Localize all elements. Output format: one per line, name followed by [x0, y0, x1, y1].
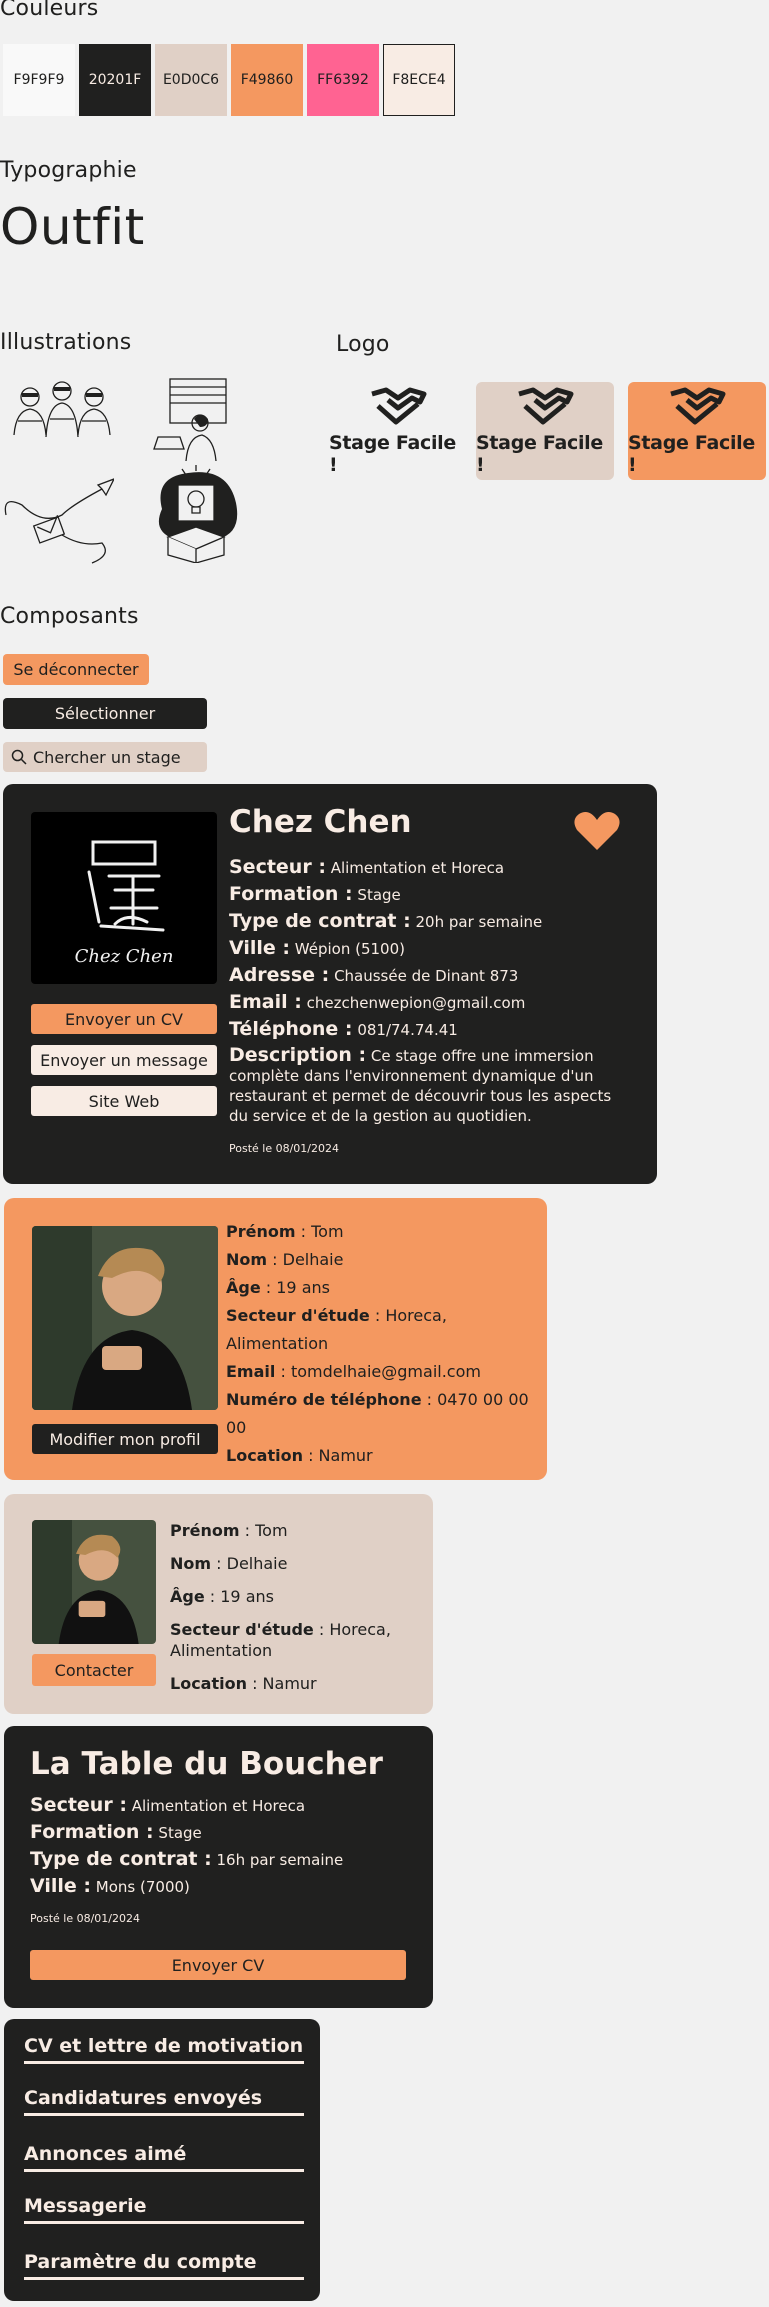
offer-address: Adresse : Chaussée de Dinant 873 [229, 964, 519, 986]
small-offer-contract: Type de contrat : 16h par semaine [30, 1848, 344, 1870]
small-offer-sector: Secteur : Alimentation et Horeca [30, 1794, 306, 1816]
offer-title: Chez Chen [229, 804, 412, 840]
send-message-button[interactable]: Envoyer un message [31, 1045, 217, 1075]
company-logo: Chez Chen [31, 812, 217, 984]
small-offer-training: Formation : Stage [30, 1821, 202, 1843]
font-sample: Outfit [0, 198, 145, 256]
small-offer-city: Ville : Mons (7000) [30, 1875, 190, 1897]
swatch-f8ece4: F8ECE4 [383, 44, 455, 116]
profile-lastname: Nom : Delhaie [226, 1250, 344, 1269]
offer-sector: Secteur : Alimentation et Horeca [229, 856, 505, 878]
section-title-logo: Logo [336, 332, 390, 357]
small-offer-card: La Table du Boucher Secteur : Alimentati… [4, 1726, 433, 2008]
mini-profile-card: Contacter Prénom : Tom Nom : Delhaie Âge… [4, 1494, 433, 1714]
profile-card: Prénom : Tom Nom : Delhaie Âge : 19 ans … [4, 1198, 547, 1480]
swatch-f9f9f9: F9F9F9 [3, 44, 75, 116]
menu-item-cv[interactable]: CV et lettre de motivation [24, 2035, 304, 2064]
section-title-components: Composants [0, 604, 139, 629]
mail-plane-illustration [4, 478, 114, 564]
color-swatches: F9F9F9 20201F E0D0C6 F49860 FF6392 F8ECE… [3, 44, 455, 116]
mini-profile-age: Âge : 19 ans [170, 1587, 274, 1606]
menu-item-liked-offers[interactable]: Annonces aimé [24, 2143, 304, 2172]
profile-phone: Numéro de téléphone : 0470 00 00 00 [226, 1390, 529, 1437]
logout-button[interactable]: Se déconnecter [3, 654, 149, 685]
mini-profile-firstname: Prénom : Tom [170, 1521, 288, 1540]
logo-variant-beige: Stage Facile ! [476, 382, 614, 480]
section-title-typography: Typographie [0, 158, 137, 183]
swatch-e0d0c6: E0D0C6 [155, 44, 227, 116]
offer-contract: Type de contrat : 20h par semaine [229, 910, 543, 932]
handshake-icon [518, 387, 574, 425]
profile-details: Prénom : Tom Nom : Delhaie Âge : 19 ans … [226, 1218, 547, 1470]
small-offer-posted-date: Posté le 08/01/2024 [30, 1912, 140, 1925]
send-cv-button[interactable]: Envoyer CV [30, 1950, 406, 1980]
send-cv-button[interactable]: Envoyer un CV [31, 1004, 217, 1034]
profile-study: Secteur d'étude : Horeca, Alimentation [226, 1306, 447, 1353]
website-button[interactable]: Site Web [31, 1086, 217, 1116]
team-illustration [13, 381, 111, 438]
logo-variant-orange: Stage Facile ! [628, 382, 766, 480]
small-offer-details: Secteur : Alimentation et Horeca Formati… [30, 1792, 343, 1900]
mini-profile-study: Secteur d'étude : Horeca, Alimentation [170, 1620, 391, 1660]
mini-profile-location: Location : Namur [170, 1674, 317, 1693]
profile-location: Location : Namur [226, 1446, 373, 1465]
edit-profile-button[interactable]: Modifier mon profil [32, 1424, 218, 1454]
offer-city: Ville : Wépion (5100) [229, 937, 405, 959]
handshake-icon [670, 387, 726, 425]
profile-firstname: Prénom : Tom [226, 1222, 344, 1241]
mini-profile-details: Prénom : Tom Nom : Delhaie Âge : 19 ans … [170, 1514, 420, 1700]
search-icon [11, 749, 27, 765]
profile-age: Âge : 19 ans [226, 1278, 330, 1297]
small-offer-title: La Table du Boucher [30, 1746, 383, 1782]
select-button[interactable]: Sélectionner [3, 698, 207, 729]
offer-email: Email : chezchenwepion@gmail.com [229, 991, 526, 1013]
avatar [32, 1226, 218, 1410]
chinese-seal-logo: Chez Chen [75, 840, 174, 967]
avatar [32, 1520, 156, 1644]
logo-caption: Chez Chen [75, 946, 174, 967]
search-input[interactable]: Chercher un stage [3, 742, 207, 772]
logo-text: Stage Facile ! [628, 432, 755, 476]
section-title-colors: Couleurs [0, 0, 99, 21]
search-placeholder: Chercher un stage [33, 747, 181, 767]
offer-phone: Téléphone : 081/74.74.41 [229, 1018, 458, 1040]
handshake-icon [371, 387, 427, 425]
mini-profile-photo [32, 1520, 156, 1644]
menu-item-applications[interactable]: Candidatures envoyés [24, 2087, 304, 2116]
contact-button[interactable]: Contacter [32, 1654, 156, 1686]
menu-item-messages[interactable]: Messagerie [24, 2195, 304, 2224]
offer-training: Formation : Stage [229, 883, 401, 905]
swatch-f49860: F49860 [231, 44, 303, 116]
offer-description: Description : Ce stage offre une immersi… [229, 1044, 612, 1125]
swatch-20201f: 20201F [79, 44, 151, 116]
logo-variant-plain: Stage Facile ! [329, 382, 467, 480]
heart-icon[interactable] [573, 810, 621, 852]
account-menu: CV et lettre de motivation Candidatures … [4, 2019, 320, 2301]
offer-posted-date: Posté le 08/01/2024 [229, 1142, 339, 1155]
idea-box-illustration [158, 465, 238, 563]
menu-item-settings[interactable]: Paramètre du compte [24, 2251, 304, 2280]
profile-photo [32, 1226, 218, 1410]
mini-profile-lastname: Nom : Delhaie [170, 1554, 288, 1573]
offer-details: Secteur : Alimentation et Horeca Formati… [229, 854, 629, 1126]
logo-text: Stage Facile ! [329, 432, 456, 476]
swatch-ff6392: FF6392 [307, 44, 379, 116]
profile-email: Email : tomdelhaie@gmail.com [226, 1362, 481, 1381]
offer-card: Chez Chen Chez Chen Secteur : Alimentati… [3, 784, 657, 1184]
laptop-worker-illustration [153, 378, 227, 462]
section-title-illustrations: Illustrations [0, 330, 132, 355]
logo-text: Stage Facile ! [476, 432, 603, 476]
